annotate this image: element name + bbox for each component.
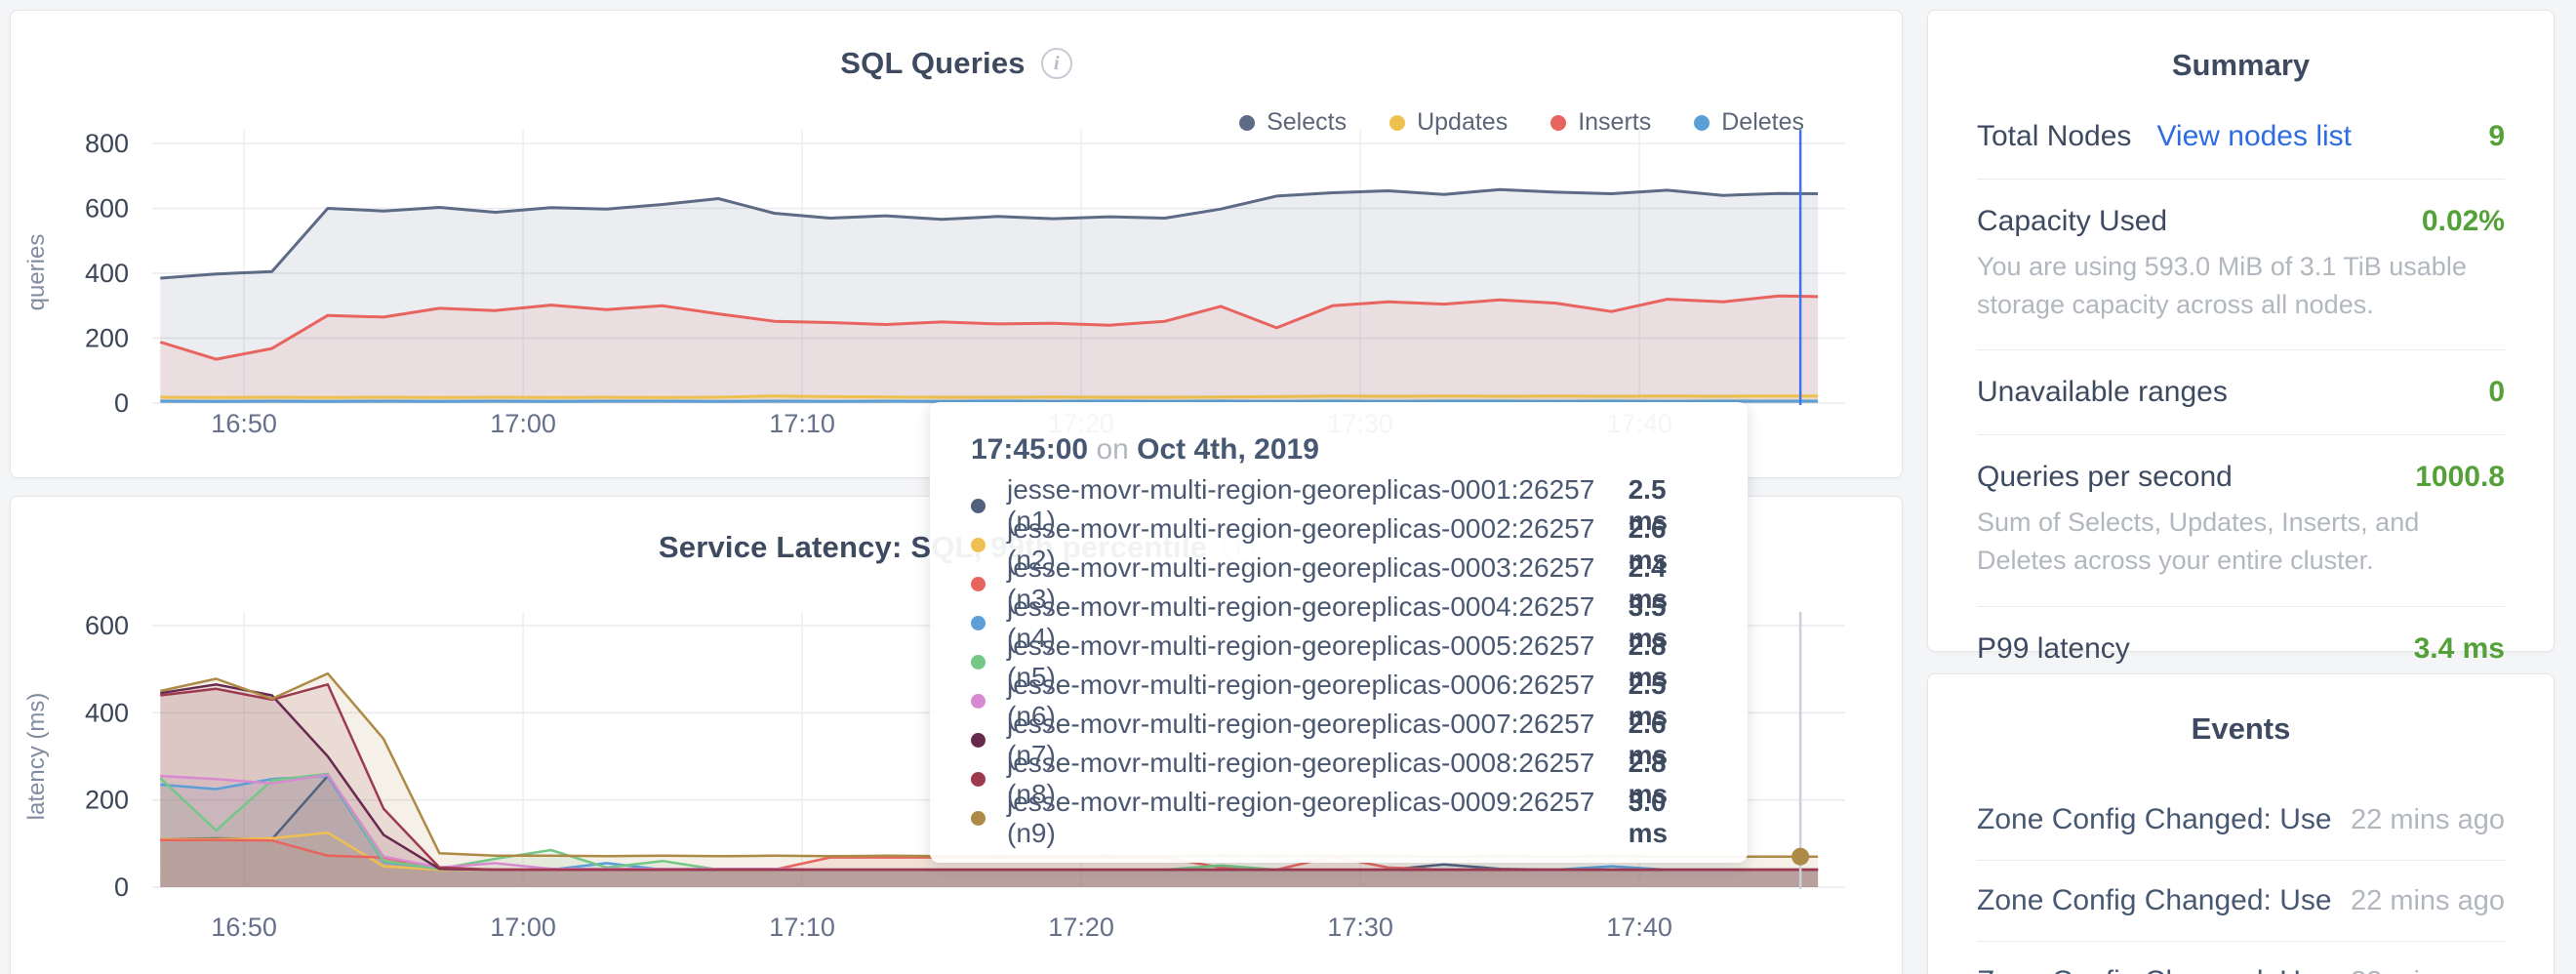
event-row[interactable]: Zone Config Changed: User… 22 mins ago [1977, 941, 2505, 974]
node-color-dot-icon [971, 811, 986, 826]
tooltip-timestamp: 17:45:00 on Oct 4th, 2019 [971, 433, 1707, 467]
tooltip-node-row: jesse-movr-multi-region-georeplicas-0009… [971, 798, 1707, 837]
node-color-dot-icon [971, 577, 986, 591]
summary-unavailable-ranges: Unavailable ranges 0 [1977, 349, 2505, 434]
svg-text:16:50: 16:50 [211, 913, 277, 942]
svg-text:0: 0 [114, 388, 129, 418]
event-row[interactable]: Zone Config Changed: User… 22 mins ago [1977, 860, 2505, 941]
event-row[interactable]: Zone Config Changed: User… 22 mins ago [1977, 780, 2505, 860]
summary-panel: Summary Total Nodes View nodes list 9 Ca… [1927, 10, 2555, 652]
qps-description: Sum of Selects, Updates, Inserts, and De… [1977, 504, 2505, 580]
svg-text:400: 400 [85, 698, 129, 727]
svg-text:600: 600 [85, 194, 129, 223]
svg-text:17:00: 17:00 [490, 913, 556, 942]
cluster-overview-page: { "sql_panel": { "title": "SQL Queries",… [0, 0, 2576, 974]
chart-hover-tooltip: 17:45:00 on Oct 4th, 2019 jesse-movr-mul… [930, 402, 1748, 863]
unavailable-ranges-value: 0 [2488, 376, 2505, 409]
summary-title: Summary [1928, 11, 2554, 83]
svg-text:200: 200 [85, 786, 129, 815]
svg-text:queries: queries [23, 234, 50, 311]
node-latency-value: 3.0 ms [1629, 787, 1707, 849]
svg-text:17:10: 17:10 [769, 913, 835, 942]
svg-text:latency (ms): latency (ms) [23, 693, 50, 821]
node-color-dot-icon [971, 499, 986, 513]
svg-text:17:10: 17:10 [769, 409, 835, 438]
svg-text:600: 600 [85, 611, 129, 640]
capacity-used-description: You are using 593.0 MiB of 3.1 TiB usabl… [1977, 248, 2505, 324]
qps-value: 1000.8 [2415, 461, 2505, 494]
node-color-dot-icon [971, 772, 986, 787]
svg-text:200: 200 [85, 324, 129, 353]
svg-text:17:00: 17:00 [490, 409, 556, 438]
node-name: jesse-movr-multi-region-georeplicas-0009… [1007, 787, 1601, 849]
events-title: Events [1928, 674, 2554, 747]
node-color-dot-icon [971, 733, 986, 748]
svg-text:16:50: 16:50 [211, 409, 277, 438]
view-nodes-list-link[interactable]: View nodes list [2156, 120, 2352, 153]
hover-point-marker [1791, 848, 1809, 866]
events-panel: Events Zone Config Changed: User… 22 min… [1927, 673, 2555, 974]
summary-queries-per-second: Queries per second 1000.8 Sum of Selects… [1977, 434, 2505, 605]
svg-text:0: 0 [114, 873, 129, 902]
svg-text:17:40: 17:40 [1606, 913, 1672, 942]
svg-text:800: 800 [85, 129, 129, 158]
node-color-dot-icon [971, 655, 986, 670]
node-color-dot-icon [971, 694, 986, 709]
svg-text:17:20: 17:20 [1048, 913, 1114, 942]
p99-latency-value: 3.4 ms [2414, 632, 2505, 666]
summary-total-nodes: Total Nodes View nodes list 9 [1977, 120, 2505, 179]
svg-text:17:30: 17:30 [1327, 913, 1393, 942]
node-color-dot-icon [971, 616, 986, 630]
svg-text:400: 400 [85, 259, 129, 288]
capacity-used-value: 0.02% [2422, 205, 2505, 238]
node-color-dot-icon [971, 538, 986, 552]
summary-capacity-used: Capacity Used 0.02% You are using 593.0 … [1977, 179, 2505, 349]
total-nodes-value: 9 [2488, 120, 2505, 153]
